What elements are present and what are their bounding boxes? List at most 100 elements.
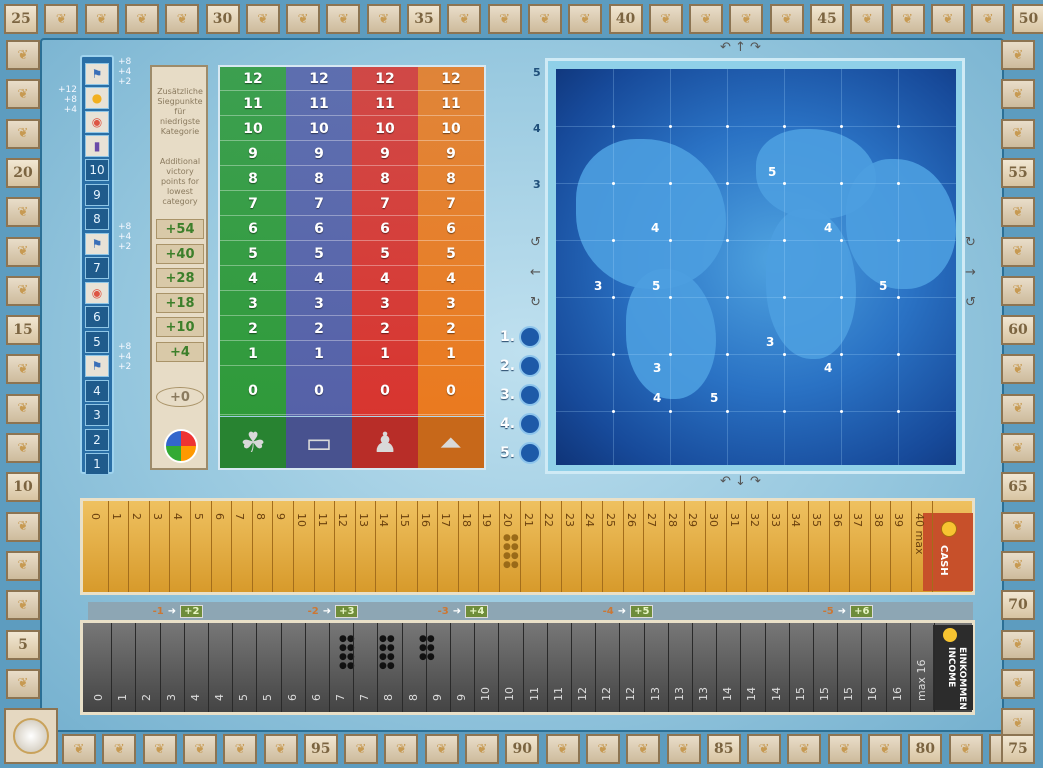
vp-cell: ❦ [689, 4, 724, 34]
cash-number: 24 [583, 513, 597, 527]
income-tick [377, 623, 379, 712]
category-value: 8 [352, 167, 418, 191]
income-tick [329, 623, 330, 712]
vp-cell: ❦ [223, 734, 258, 764]
cash-label: CASH [938, 545, 949, 576]
vp-cell: 95 [303, 734, 338, 764]
category-value: 3 [352, 292, 418, 316]
cash-number: 36 [830, 513, 844, 527]
vp-cell: ❦ [165, 4, 200, 34]
income-tick [232, 623, 234, 712]
bonus-value: +2 [118, 242, 132, 252]
wreath-icon: ❦ [17, 676, 29, 692]
bonus-value: +2 [118, 362, 132, 372]
rotate-arrow-icon: ↻ → ↺ [965, 235, 976, 310]
category-column: 12 11 10 9 8 7 6 5 4 3 2 1 0 [418, 67, 484, 416]
region-number: 3 [653, 361, 662, 375]
cash-number: 35 [810, 513, 823, 527]
wreath-icon: ❦ [17, 86, 29, 102]
vp-cell: ❦ [384, 734, 419, 764]
vp-cell: ❦ [1001, 393, 1035, 424]
cash-number: 22 [542, 513, 556, 527]
vp-cell: 35 [407, 4, 441, 34]
round-label: 5. [500, 444, 516, 461]
wreath-icon: ❦ [1012, 558, 1024, 574]
round-circle [519, 441, 541, 464]
cash-number: 14 [377, 513, 391, 527]
cash-tick [663, 501, 665, 592]
income-step-to: +5 [630, 605, 654, 618]
grid-dot [726, 296, 729, 299]
vp-cell: ❦ [1001, 511, 1035, 542]
wreath-icon: ❦ [1012, 361, 1024, 377]
category-value: 7 [220, 192, 286, 216]
grid-dot [840, 125, 843, 128]
cash-number: 2 [130, 513, 144, 520]
cash-number: 10 [295, 513, 308, 527]
grid-dot [726, 239, 729, 242]
category-value: 7 [352, 192, 418, 216]
cash-tick [190, 501, 191, 592]
income-tick [304, 623, 306, 712]
wreath-icon: ❦ [597, 741, 609, 757]
wreath-icon: ❦ [176, 11, 188, 27]
cash-number: 6 [212, 513, 226, 520]
wreath-icon: ❦ [17, 204, 29, 220]
vp-cell: ❦ [747, 734, 782, 764]
category-value: 1 [286, 342, 352, 366]
cash-tick [560, 501, 562, 592]
category-column: 12 11 10 9 8 7 6 5 4 3 2 1 0 [286, 67, 352, 416]
round-label: 4. [500, 415, 516, 432]
grid-dot [783, 353, 786, 356]
cash-number: 8 [253, 513, 267, 520]
income-step: -1 ➜ +2 [88, 602, 268, 621]
grid-dot [897, 239, 900, 242]
cash-number: 1 [109, 513, 123, 520]
income-tick [716, 623, 718, 712]
category-value: 4 [220, 267, 286, 291]
grid-dot [897, 353, 900, 356]
grid-dot [726, 125, 729, 128]
category-value: 2 [352, 317, 418, 341]
cash-number: 32 [748, 513, 762, 527]
bonus-text-german: Zusätzliche Siegpunkte für niedrigste Ka… [157, 87, 203, 136]
vp-cell: ❦ [769, 4, 804, 34]
income-step-header: -1 ➜ +2 -2 ➜ +3 -3 ➜ +4 -4 ➜ +5 -5 ➜ +6 [88, 602, 973, 621]
vp-cell: ❦ [465, 734, 499, 764]
bonus-value: +4 [156, 341, 204, 362]
wreath-icon: ❦ [154, 741, 166, 757]
round-label: 2. [500, 357, 516, 374]
vp-cell: ❦ [6, 433, 40, 463]
start-disc-icon [13, 718, 49, 754]
wreath-icon: ❦ [1012, 519, 1024, 535]
vp-cell: 25 [4, 4, 38, 34]
wreath-icon: ❦ [136, 11, 148, 27]
round-slot: 4. [500, 412, 544, 435]
income-number: 9 [455, 694, 468, 701]
rotate-arrow-icon: ↶ ↑ ↷ [720, 40, 761, 55]
category-value: 0 [352, 367, 418, 415]
income-number: 1 [116, 694, 130, 701]
wreath-icon: ❦ [960, 741, 972, 757]
income-tick [450, 623, 451, 712]
cash-tick [622, 501, 624, 592]
wreath-icon: ❦ [297, 11, 309, 27]
vp-cell: ❦ [868, 734, 902, 764]
cash-tick [705, 501, 706, 592]
vp-cell: ❦ [1001, 40, 1035, 70]
wreath-icon: ❦ [539, 11, 551, 27]
vp-cell: 15 [6, 315, 40, 346]
wreath-icon: ❦ [17, 558, 29, 574]
category-value: 4 [286, 267, 352, 291]
cash-track: ●● ●● ●● ●● CASH 0 1 2 3 4 5 6 7 8 9 10 11 12 13 14 15 16 17… [80, 498, 975, 595]
grid-dot [897, 125, 900, 128]
round-track: 1. 2. 3. 4. 5. [500, 325, 544, 470]
income-number: 4 [188, 694, 202, 701]
cash-tick [457, 501, 459, 592]
arrow-right-icon: ➜ [322, 606, 332, 617]
income-step-from: -5 [822, 606, 834, 617]
income-step-to: +2 [180, 605, 204, 618]
grid-line [727, 69, 728, 465]
income-tick [861, 623, 863, 712]
income-tick [740, 623, 742, 712]
